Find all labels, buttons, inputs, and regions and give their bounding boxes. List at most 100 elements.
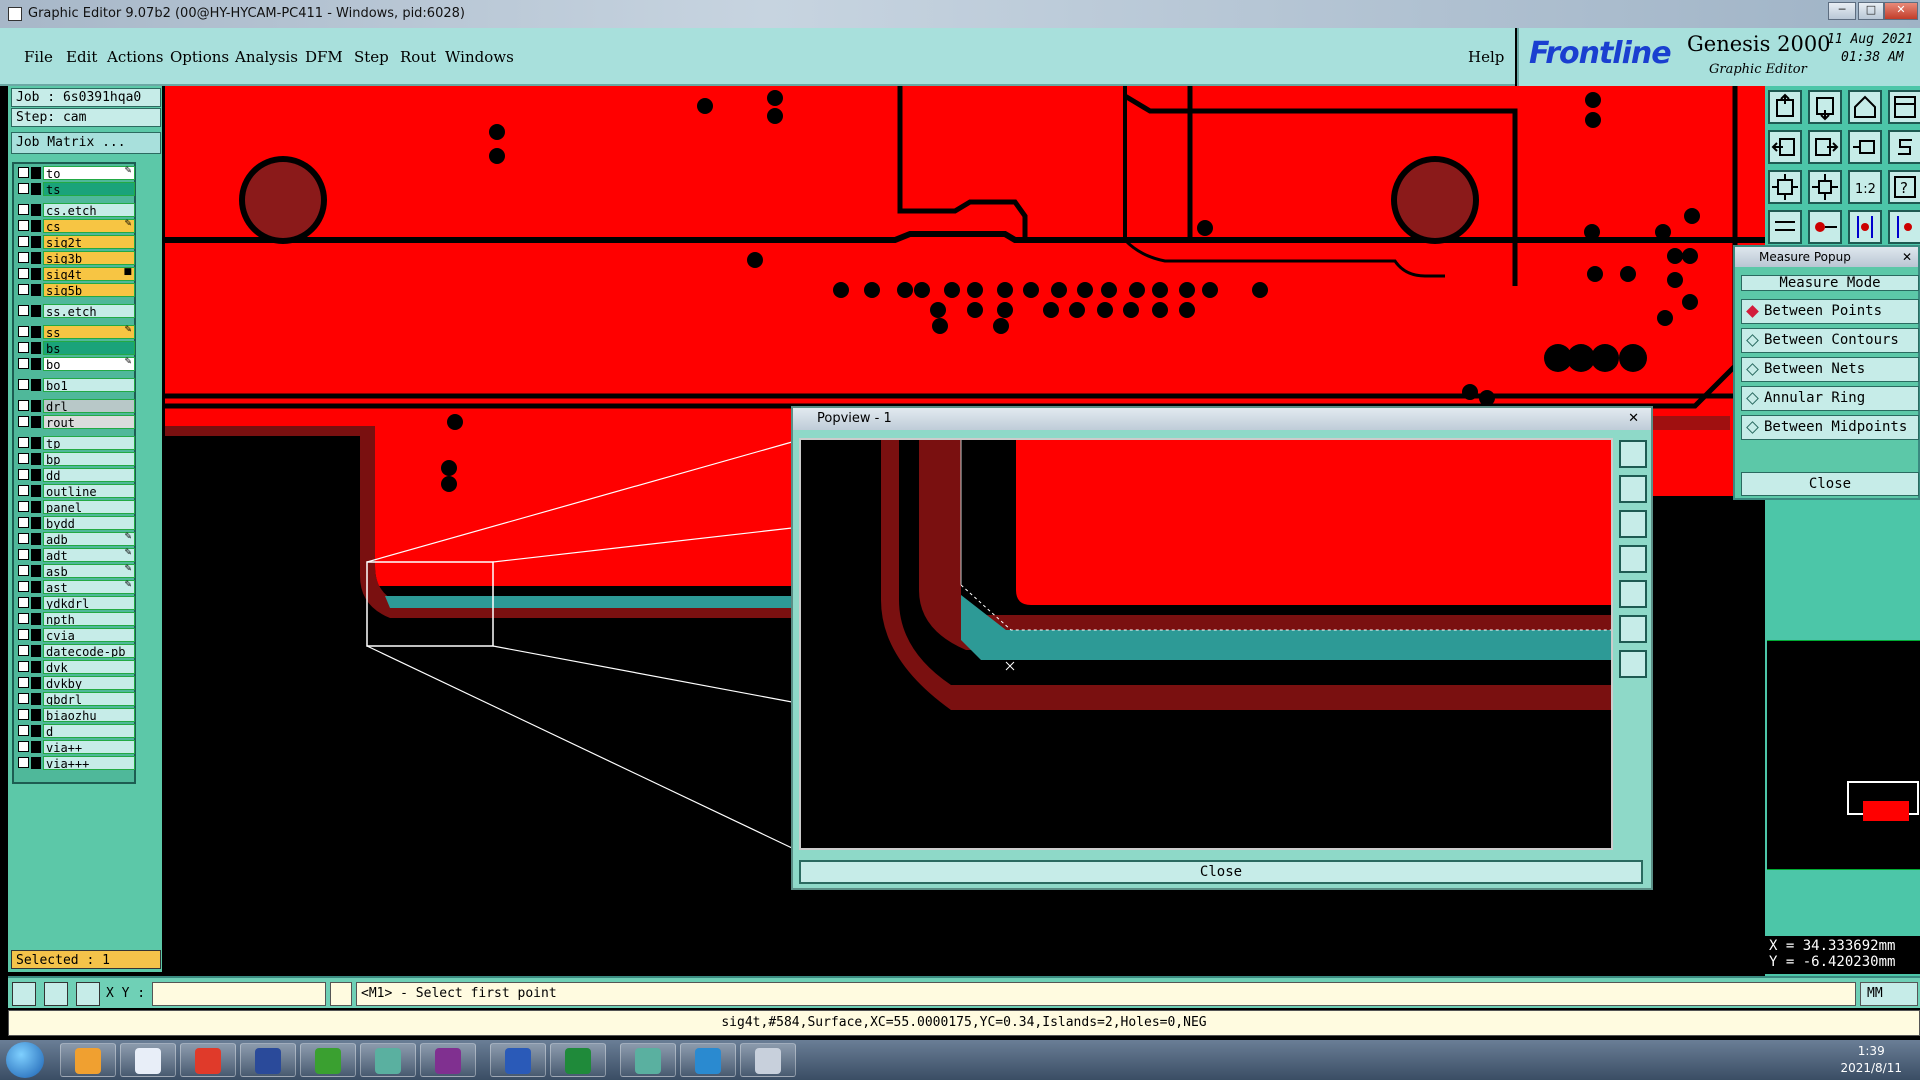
- popview-fit-icon[interactable]: [1619, 615, 1647, 643]
- menu-windows[interactable]: Windows: [445, 48, 514, 66]
- layer-row-datecode-pb[interactable]: datecode-pb: [16, 644, 135, 658]
- layer-name[interactable]: to: [43, 166, 135, 180]
- layer-row-sig4t[interactable]: sig4t ■: [16, 267, 135, 281]
- layer-checkbox[interactable]: [18, 284, 29, 295]
- layer-row-rout[interactable]: rout: [16, 415, 135, 429]
- layer-checkbox[interactable]: [18, 252, 29, 263]
- layer-checkbox[interactable]: [18, 204, 29, 215]
- taskbar-app-4[interactable]: [240, 1043, 296, 1077]
- layer-checkbox[interactable]: [18, 581, 29, 592]
- layer-name[interactable]: adb: [43, 532, 135, 546]
- layer-checkbox[interactable]: [18, 342, 29, 353]
- layer-row-bp[interactable]: bp: [16, 452, 135, 466]
- layer-name[interactable]: cvia: [43, 628, 135, 642]
- taskbar-app-8[interactable]: [620, 1043, 676, 1077]
- layer-name[interactable]: rout: [43, 415, 135, 429]
- menu-rout[interactable]: Rout: [400, 48, 436, 66]
- layer-name[interactable]: ydkdrl: [43, 596, 135, 610]
- menu-help[interactable]: Help: [1468, 48, 1504, 66]
- layer-checkbox[interactable]: [18, 268, 29, 279]
- fit-icon[interactable]: [1848, 130, 1882, 164]
- popview-canvas[interactable]: [799, 438, 1613, 850]
- redraw-icon[interactable]: [1888, 130, 1920, 164]
- zoom-extents-icon[interactable]: [1768, 170, 1802, 204]
- layer-name[interactable]: drl: [43, 399, 135, 413]
- layer-row-adb[interactable]: adb ✎: [16, 532, 135, 546]
- taskbar-app-word[interactable]: [490, 1043, 546, 1077]
- layer-row-to[interactable]: to ✎: [16, 166, 135, 180]
- layer-checkbox[interactable]: [18, 453, 29, 464]
- net-icon[interactable]: [1848, 210, 1882, 244]
- layer-checkbox[interactable]: [18, 379, 29, 390]
- layer-row-via+++[interactable]: via+++: [16, 756, 135, 770]
- layer-row-biaozhu[interactable]: biaozhu: [16, 708, 135, 722]
- layer-name[interactable]: ast: [43, 580, 135, 594]
- close-window-button[interactable]: ✕: [1884, 2, 1918, 20]
- layer-row-ts[interactable]: ts: [16, 182, 135, 196]
- taskbar-clock[interactable]: 1:39 2021/8/11: [1840, 1043, 1902, 1077]
- taskbar-app-9[interactable]: [680, 1043, 736, 1077]
- layer-name[interactable]: tp: [43, 436, 135, 450]
- taskbar-app-3[interactable]: [180, 1043, 236, 1077]
- pan-left-icon[interactable]: [1768, 130, 1802, 164]
- layer-name[interactable]: datecode-pb: [43, 644, 135, 658]
- layer-checkbox[interactable]: [18, 757, 29, 768]
- layer-row-bo[interactable]: bo ✎: [16, 357, 135, 371]
- layer-name[interactable]: asb: [43, 564, 135, 578]
- layer-name[interactable]: sig4t: [43, 267, 135, 281]
- layer-row-via++[interactable]: via++: [16, 740, 135, 754]
- probe-icon[interactable]: [1808, 210, 1842, 244]
- layer-name[interactable]: bs: [43, 341, 135, 355]
- layer-row-tp[interactable]: tp: [16, 436, 135, 450]
- layer-checkbox[interactable]: [18, 167, 29, 178]
- job-matrix-button[interactable]: Job Matrix ...: [11, 132, 161, 154]
- layer-name[interactable]: bydd: [43, 516, 135, 530]
- layer-row-panel[interactable]: panel: [16, 500, 135, 514]
- layer-name[interactable]: sig2t: [43, 235, 135, 249]
- layer-row-dvkby[interactable]: dvkby: [16, 676, 135, 690]
- layer-row-dvk[interactable]: dvk: [16, 660, 135, 674]
- tray-icons[interactable]: [1670, 1052, 1810, 1068]
- layer-row-ast[interactable]: ast ✎: [16, 580, 135, 594]
- layer-row-ydkdrl[interactable]: ydkdrl: [16, 596, 135, 610]
- layer-checkbox[interactable]: [18, 709, 29, 720]
- help-icon[interactable]: ?: [1888, 170, 1920, 204]
- menu-edit[interactable]: Edit: [66, 48, 97, 66]
- layer-row-cvia[interactable]: cvia: [16, 628, 135, 642]
- layer-name[interactable]: sig5b: [43, 283, 135, 297]
- layer-checkbox[interactable]: [18, 326, 29, 337]
- menu-analysis[interactable]: Analysis: [235, 48, 298, 66]
- measure-option-between-nets[interactable]: Between Nets: [1741, 357, 1919, 382]
- measure-tool-icon[interactable]: [44, 982, 68, 1006]
- layer-checkbox[interactable]: [18, 469, 29, 480]
- layer-name[interactable]: dvk: [43, 660, 135, 674]
- layer-row-cs.etch[interactable]: cs.etch: [16, 203, 135, 217]
- layer-checkbox[interactable]: [18, 661, 29, 672]
- layer-row-ss[interactable]: ss ✎: [16, 325, 135, 339]
- layer-name[interactable]: dd: [43, 468, 135, 482]
- layer-row-dd[interactable]: dd: [16, 468, 135, 482]
- drc-icon[interactable]: [1888, 210, 1920, 244]
- layer-row-cs[interactable]: cs ✎: [16, 219, 135, 233]
- zoom-home-icon[interactable]: [1768, 90, 1802, 124]
- layer-row-outline[interactable]: outline: [16, 484, 135, 498]
- popview-close-button[interactable]: Close: [799, 860, 1643, 884]
- xy-input[interactable]: [152, 982, 326, 1006]
- popview-zoom-out-icon[interactable]: [1619, 510, 1647, 538]
- layer-name[interactable]: bp: [43, 452, 135, 466]
- home-icon[interactable]: [1848, 90, 1882, 124]
- layer-checkbox[interactable]: [18, 437, 29, 448]
- layer-name[interactable]: adt: [43, 548, 135, 562]
- popview-pan-left-icon[interactable]: [1619, 545, 1647, 573]
- layer-row-asb[interactable]: asb ✎: [16, 564, 135, 578]
- layer-checkbox[interactable]: [18, 236, 29, 247]
- snap-icon[interactable]: [12, 982, 36, 1006]
- popview-pan-right-icon[interactable]: [1619, 580, 1647, 608]
- layer-name[interactable]: ss: [43, 325, 135, 339]
- measure-option-between-contours[interactable]: Between Contours: [1741, 328, 1919, 353]
- layer-row-d[interactable]: d: [16, 724, 135, 738]
- layer-checkbox[interactable]: [18, 565, 29, 576]
- layer-name[interactable]: gbdrl: [43, 692, 135, 706]
- layer-checkbox[interactable]: [18, 645, 29, 656]
- layer-checkbox[interactable]: [18, 693, 29, 704]
